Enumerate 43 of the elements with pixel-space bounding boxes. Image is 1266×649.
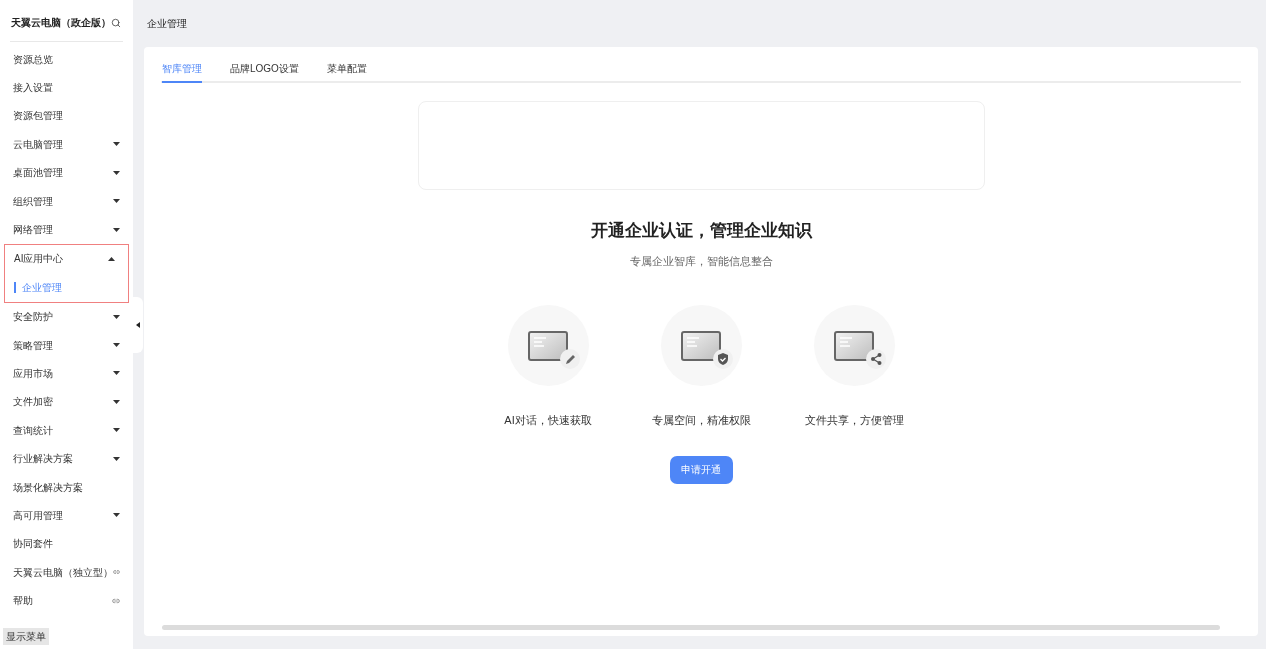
link-icon [112,596,120,605]
sidebar-item[interactable]: 高可用管理 [0,501,133,530]
show-menu-button[interactable]: 显示菜单 [3,628,49,645]
monitor-icon [528,330,568,361]
sidebar-item[interactable]: 组织管理 [0,186,133,216]
sidebar-item[interactable]: 安全防护 [0,302,133,331]
feature-label: 专属空间，精准权限 [651,413,751,428]
promo-subtitle: 专属企业智库，智能信息整合 [629,253,773,269]
sidebar-item[interactable]: 资源总览 [0,45,133,74]
sidebar-item[interactable]: 网络管理 [0,215,133,244]
sidebar-item[interactable]: 帮助 [0,586,133,615]
pen-icon [560,348,580,369]
sidebar-item[interactable]: 接入设置 [0,73,133,102]
sidebar-subitem[interactable]: 企业管理 [5,273,128,302]
sidebar-item[interactable]: 协同套件 [0,529,133,559]
sidebar-item[interactable]: 查询统计 [0,416,133,445]
sidebar-item[interactable]: 行业解决方案 [0,444,133,473]
feature-label: 文件共享，方便管理 [804,413,904,428]
promo-title: 开通企业认证，管理企业知识 [590,220,812,242]
feature-label: AI对话，快速获取 [504,413,592,428]
sidebar-item[interactable]: 策略管理 [0,330,133,360]
share-icon [866,348,886,369]
tab[interactable]: 智库管理 [162,61,202,83]
monitor-icon [834,330,874,361]
sidebar-item[interactable]: 云电脑管理 [0,130,133,159]
monitor-icon [681,330,721,361]
tab[interactable]: 菜单配置 [326,61,367,83]
horizontal-scrollbar[interactable] [162,625,1220,630]
caret-left-icon [136,322,140,328]
sidebar-item[interactable]: 资源包管理 [0,101,133,131]
sidebar-item[interactable]: 天翼云电脑（独立型） [0,558,133,587]
sidebar-item[interactable]: 应用市场 [0,359,133,388]
page-title: 企业管理 [146,17,188,31]
search-icon[interactable] [111,17,121,28]
sidebar-item[interactable]: AI应用中心 [5,244,128,274]
link-icon [113,568,120,577]
shield-check-icon [713,348,733,369]
sidebar-title: 天翼云电脑（政企版） [11,16,111,30]
sidebar-item[interactable]: 文件加密 [0,387,133,417]
sidebar-item[interactable]: 场景化解决方案 [0,472,133,502]
collapse-handle[interactable] [133,297,143,353]
sidebar-item[interactable]: 桌面池管理 [0,158,133,187]
tab[interactable]: 品牌LOGO设置 [230,61,299,83]
